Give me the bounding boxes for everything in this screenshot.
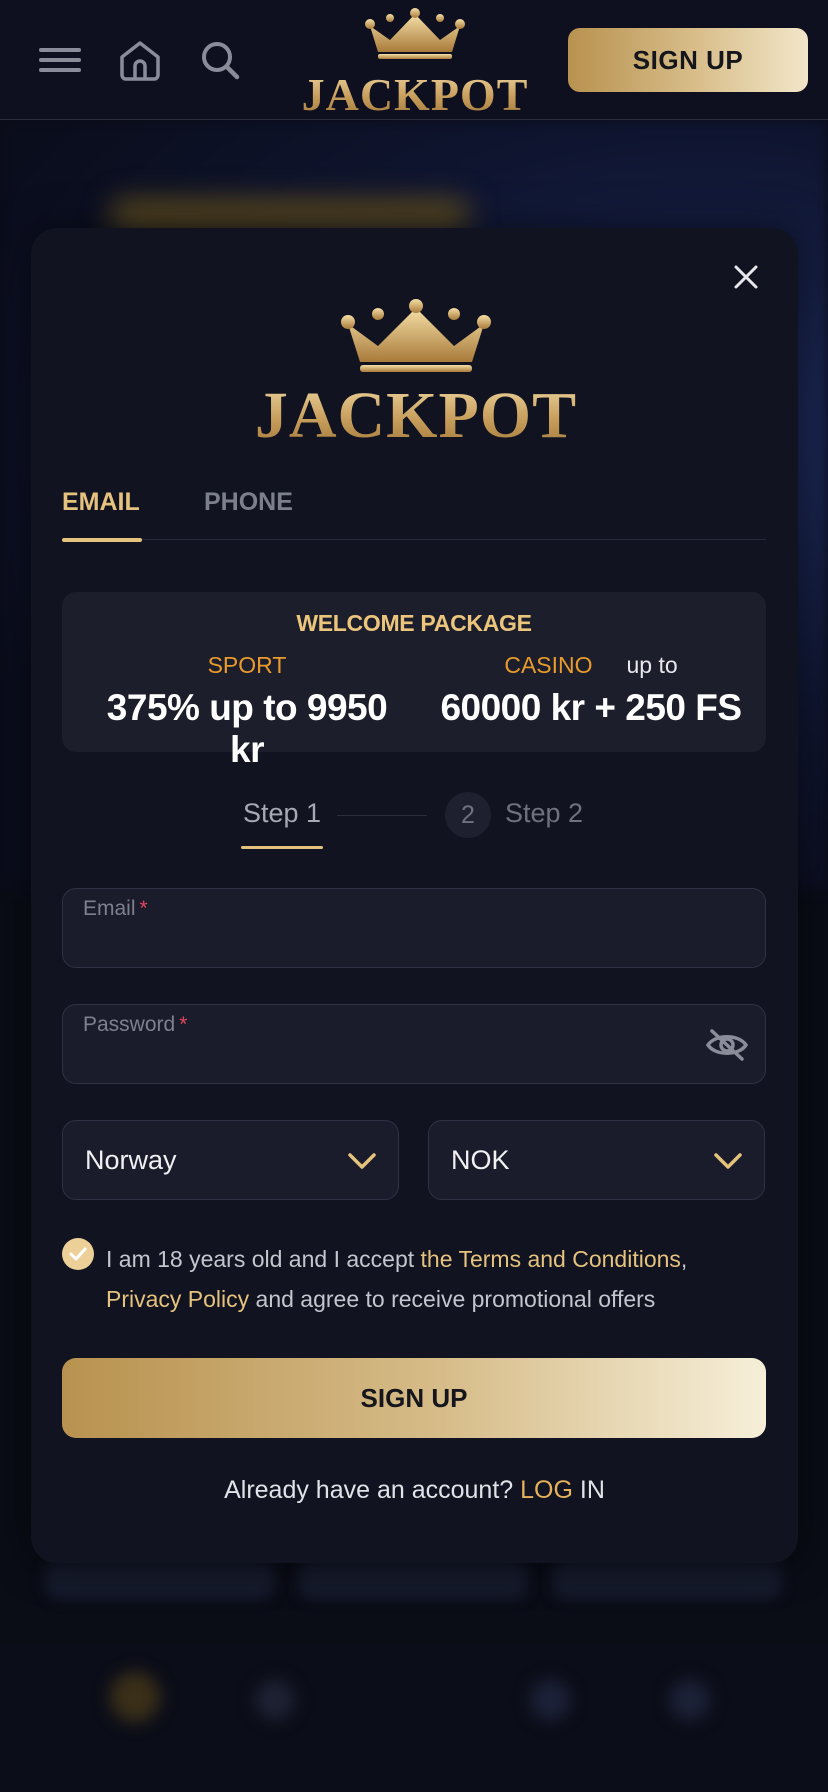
age-terms-consent: I am 18 years old and I accept the Terms… bbox=[62, 1238, 766, 1328]
step-indicator: Step 1 2 Step 2 bbox=[62, 788, 766, 858]
password-field[interactable]: Password * bbox=[62, 1004, 766, 1084]
search-icon[interactable] bbox=[190, 30, 250, 90]
chevron-down-icon bbox=[348, 1153, 376, 1169]
welcome-package-title: WELCOME PACKAGE bbox=[296, 610, 532, 636]
close-icon[interactable] bbox=[725, 256, 767, 298]
sport-bonus-label: SPORT bbox=[207, 652, 287, 678]
background-card bbox=[298, 1560, 528, 1600]
background-card bbox=[45, 1560, 275, 1600]
home-icon[interactable] bbox=[110, 30, 170, 90]
step-1-label: Step 1 bbox=[240, 798, 324, 849]
sport-bonus: SPORT 375% up to 9950 kr bbox=[92, 652, 402, 771]
login-link[interactable]: LOG bbox=[520, 1476, 573, 1504]
tab-email[interactable]: EMAIL bbox=[62, 488, 142, 542]
jackpot-logo-modal: JACKPOT bbox=[251, 298, 581, 452]
jackpot-logo[interactable]: JACKPOT bbox=[300, 8, 530, 120]
welcome-package-banner: WELCOME PACKAGE SPORT 375% up to 9950 kr… bbox=[62, 592, 766, 770]
eye-slash-icon[interactable] bbox=[705, 1025, 749, 1065]
chevron-down-icon bbox=[714, 1153, 742, 1169]
required-mark: * bbox=[179, 1013, 188, 1036]
consent-text: I am 18 years old and I accept the Terms… bbox=[106, 1246, 688, 1312]
hamburger-menu-icon[interactable] bbox=[30, 30, 90, 90]
password-input[interactable] bbox=[81, 1041, 701, 1077]
country-value: Norway bbox=[85, 1145, 177, 1175]
signup-modal: JACKPOT EMAIL PHONE WELCOME PACKAGE SPOR… bbox=[31, 228, 798, 1563]
login-prompt: Already have an account? LOG IN bbox=[31, 1476, 798, 1505]
consent-checkbox[interactable] bbox=[62, 1238, 94, 1270]
auth-method-tabs: EMAIL PHONE bbox=[62, 488, 766, 542]
login-link-in[interactable]: IN bbox=[573, 1476, 605, 1504]
email-field[interactable]: Email * bbox=[62, 888, 766, 968]
casino-bonus-value: 60000 kr + 250 FS bbox=[440, 687, 742, 728]
privacy-policy-link[interactable]: Privacy Policy bbox=[106, 1286, 249, 1312]
casino-label-text: CASINO bbox=[504, 652, 593, 678]
crown-icon bbox=[341, 299, 491, 372]
required-mark: * bbox=[139, 897, 148, 920]
sport-bonus-value: 375% up to 9950 kr bbox=[106, 687, 388, 770]
step-2-label: Step 2 bbox=[505, 798, 584, 828]
country-select[interactable]: Norway bbox=[62, 1120, 399, 1200]
background-bottom-nav bbox=[0, 1642, 828, 1792]
login-prompt-text: Already have an account? bbox=[224, 1476, 521, 1504]
step-2-number: 2 bbox=[445, 792, 491, 838]
tab-phone[interactable]: PHONE bbox=[204, 488, 293, 540]
email-label: Email * bbox=[83, 897, 148, 920]
crown-icon bbox=[365, 8, 465, 59]
background-glow bbox=[110, 200, 470, 230]
top-bar: JACKPOT SIGN UP bbox=[0, 0, 828, 120]
logo-wordmark: JACKPOT bbox=[301, 69, 529, 120]
terms-link[interactable]: the Terms and Conditions bbox=[421, 1246, 681, 1272]
email-input[interactable] bbox=[81, 925, 701, 961]
background-card bbox=[552, 1560, 782, 1600]
casino-bonus: CASINO up to 60000 kr + 250 FS bbox=[436, 652, 746, 729]
casino-upto-text: up to bbox=[626, 652, 678, 678]
checkmark-icon bbox=[69, 1247, 87, 1261]
signup-button[interactable]: SIGN UP bbox=[62, 1358, 766, 1438]
logo-wordmark: JACKPOT bbox=[251, 378, 581, 454]
currency-select[interactable]: NOK bbox=[428, 1120, 765, 1200]
password-label: Password * bbox=[83, 1013, 188, 1036]
currency-value: NOK bbox=[451, 1145, 510, 1175]
casino-bonus-label: CASINO up to bbox=[436, 652, 746, 679]
signup-button-header[interactable]: SIGN UP bbox=[568, 28, 808, 92]
step-connector bbox=[337, 815, 427, 816]
